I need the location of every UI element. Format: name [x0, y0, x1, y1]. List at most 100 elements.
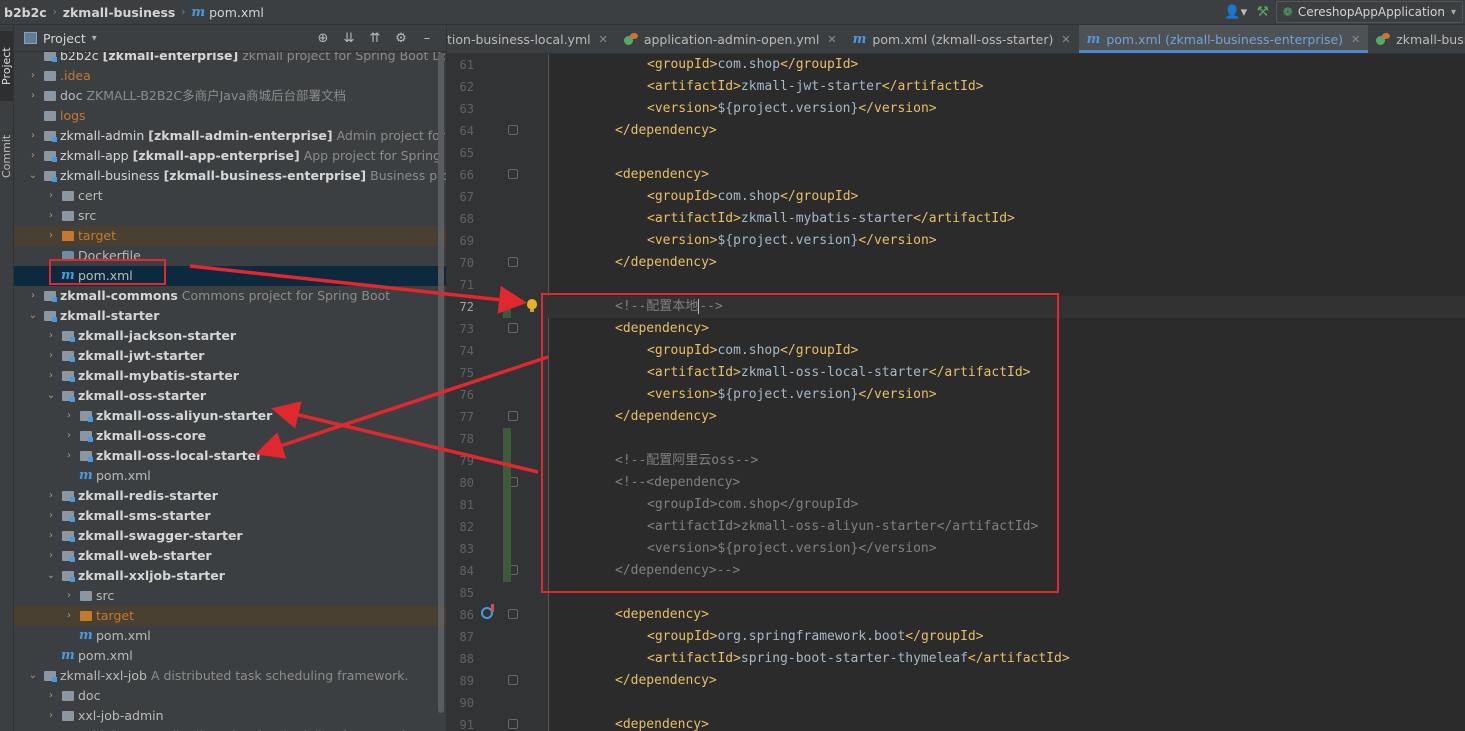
breadcrumb-item-root[interactable]: b2b2c: [4, 5, 47, 20]
chevron-down-icon[interactable]: ⌄: [24, 306, 42, 326]
expand-all-icon[interactable]: ⇊: [336, 31, 362, 46]
tree-row[interactable]: › zkmall-jwt-starter: [14, 346, 446, 366]
code-line[interactable]: <version>${project.version}</version>: [548, 230, 1465, 252]
tree-row[interactable]: m pom.xml: [14, 626, 446, 646]
tree-row[interactable]: › zkmall-commons Commons project for Sprin…: [14, 286, 446, 306]
chevron-right-icon[interactable]: ›: [42, 546, 60, 566]
chevron-right-icon[interactable]: ›: [24, 126, 42, 146]
chevron-right-icon[interactable]: ›: [42, 726, 60, 731]
code-line[interactable]: [548, 692, 1465, 714]
debug-icon[interactable]: [481, 604, 494, 619]
chevron-down-icon[interactable]: ⌄: [24, 166, 42, 186]
minimize-icon[interactable]: –: [414, 31, 440, 46]
tree-row[interactable]: m pom.xml: [14, 466, 446, 486]
tree-row[interactable]: › zkmall-swagger-starter: [14, 526, 446, 546]
fold-marker-icon[interactable]: [508, 125, 518, 135]
tree-row[interactable]: ⌄ zkmall-oss-starter: [14, 386, 446, 406]
tree-row[interactable]: › src: [14, 586, 446, 606]
chevron-right-icon[interactable]: ›: [42, 226, 60, 246]
chevron-right-icon[interactable]: ›: [42, 206, 60, 226]
tree-row[interactable]: ⌄ zkmall-business [zkmall-business-enterpr…: [14, 166, 446, 186]
close-icon[interactable]: ✕: [599, 33, 608, 46]
tree-row[interactable]: › zkmall-oss-aliyun-starter: [14, 406, 446, 426]
tree-row[interactable]: › zkmall-oss-local-starter: [14, 446, 446, 466]
chevron-right-icon[interactable]: ›: [42, 346, 60, 366]
chevron-right-icon[interactable]: ›: [60, 426, 78, 446]
collapse-all-icon[interactable]: ⇈: [362, 31, 388, 46]
chevron-right-icon[interactable]: ›: [60, 586, 78, 606]
chevron-right-icon[interactable]: ›: [60, 606, 78, 626]
code-line[interactable]: <dependency>: [548, 164, 1465, 186]
tool-tab-project[interactable]: Project: [0, 31, 13, 101]
chevron-right-icon[interactable]: ›: [60, 406, 78, 426]
tree-row[interactable]: › zkmall-app [zkmall-app-enterprise] App pr…: [14, 146, 446, 166]
chevron-right-icon[interactable]: ›: [42, 506, 60, 526]
build-hammer-icon[interactable]: ⚒: [1250, 4, 1276, 20]
tree-row[interactable]: › zkmall-oss-core: [14, 426, 446, 446]
chevron-right-icon[interactable]: ›: [24, 86, 42, 106]
tree-row[interactable]: › zkmall-sms-starter: [14, 506, 446, 526]
fold-marker-icon[interactable]: [508, 675, 518, 685]
tree-row[interactable]: ⌄ zkmall-xxljob-starter: [14, 566, 446, 586]
breadcrumb-item-module[interactable]: zkmall-business: [63, 5, 176, 20]
fold-marker-icon[interactable]: [508, 411, 518, 421]
scrollbar[interactable]: [438, 53, 444, 713]
run-configuration-select[interactable]: ❁ CereshopAppApplication ▾: [1275, 1, 1463, 23]
tree-row[interactable]: logs: [14, 106, 446, 126]
locate-icon[interactable]: ⊕: [310, 31, 336, 46]
chevron-right-icon[interactable]: ›: [60, 446, 78, 466]
tool-tab-commit[interactable]: Commit: [0, 125, 13, 187]
fold-marker-icon[interactable]: [508, 169, 518, 179]
code-line[interactable]: <groupId>org.springframework.boot</group…: [548, 626, 1465, 648]
code-line[interactable]: </dependency>: [548, 252, 1465, 274]
fold-marker-icon[interactable]: [508, 609, 518, 619]
tree-row[interactable]: ⌄ zkmall-xxl-job A distributed task schedu…: [14, 666, 446, 686]
editor-tab[interactable]: application-admin-open.yml ✕: [616, 25, 845, 53]
chevron-right-icon[interactable]: ›: [42, 706, 60, 726]
tree-row[interactable]: › zkmall-mybatis-starter: [14, 366, 446, 386]
chevron-right-icon[interactable]: ›: [42, 326, 60, 346]
breadcrumb-item-file[interactable]: pom.xml: [209, 5, 264, 20]
tree-row[interactable]: › zkmall-jackson-starter: [14, 326, 446, 346]
chevron-right-icon[interactable]: ›: [24, 286, 42, 306]
chevron-down-icon[interactable]: ⌄: [42, 566, 60, 586]
code-line[interactable]: <artifactId>zkmall-jwt-starter</artifact…: [548, 76, 1465, 98]
editor-tab[interactable]: m pom.xml (zkmall-business-enterprise) ✕: [1078, 25, 1369, 53]
code-line[interactable]: <groupId>com.shop</groupId>: [548, 54, 1465, 76]
lightbulb-icon[interactable]: [527, 299, 537, 312]
close-icon[interactable]: ✕: [1351, 33, 1360, 46]
code-line[interactable]: <artifactId>spring-boot-starter-thymelea…: [548, 648, 1465, 670]
chevron-right-icon[interactable]: ›: [42, 526, 60, 546]
code-line[interactable]: <version>${project.version}</version>: [548, 98, 1465, 120]
chevron-right-icon[interactable]: ›: [24, 146, 42, 166]
tree-row[interactable]: › doc ZKMALL-B2B2C多商户Java商城后台部署文档: [14, 86, 446, 106]
tree-row[interactable]: m pom.xml: [14, 646, 446, 666]
tree-row[interactable]: › xxl-job-admin: [14, 706, 446, 726]
code-line[interactable]: </dependency>: [548, 670, 1465, 692]
tree-row[interactable]: › target: [14, 226, 446, 246]
chevron-right-icon[interactable]: ›: [24, 66, 42, 86]
close-icon[interactable]: ✕: [1061, 33, 1070, 46]
editor-tab[interactable]: tion-business-local.yml ✕: [447, 25, 616, 53]
tree-row[interactable]: › cert: [14, 186, 446, 206]
tree-row[interactable]: › src: [14, 206, 446, 226]
user-icon[interactable]: 👤▾: [1222, 5, 1250, 20]
editor-tab[interactable]: m pom.xml (zkmall-oss-starter) ✕: [845, 25, 1079, 53]
code-line[interactable]: [548, 142, 1465, 164]
code-line[interactable]: </dependency>: [548, 120, 1465, 142]
code-line[interactable]: <artifactId>zkmall-mybatis-starter</arti…: [548, 208, 1465, 230]
tree-row[interactable]: › xxl-job-core A distributed task scheduli…: [14, 726, 446, 731]
code-line[interactable]: <groupId>com.shop</groupId>: [548, 186, 1465, 208]
tree-row[interactable]: ⌄ zkmall-starter: [14, 306, 446, 326]
chevron-right-icon[interactable]: ›: [42, 686, 60, 706]
code-line[interactable]: <dependency>: [548, 714, 1465, 731]
chevron-right-icon[interactable]: ›: [42, 486, 60, 506]
fold-marker-icon[interactable]: [508, 719, 518, 729]
tree-row[interactable]: › target: [14, 606, 446, 626]
tree-row[interactable]: › zkmall-redis-starter: [14, 486, 446, 506]
tree-row[interactable]: › zkmall-admin [zkmall-admin-enterprise] Ad…: [14, 126, 446, 146]
editor-tab[interactable]: zkmall-business\...\app: [1368, 25, 1465, 53]
fold-marker-icon[interactable]: [508, 257, 518, 267]
project-view-select[interactable]: Project ▾: [24, 31, 97, 46]
gear-icon[interactable]: ⚙: [388, 31, 414, 46]
